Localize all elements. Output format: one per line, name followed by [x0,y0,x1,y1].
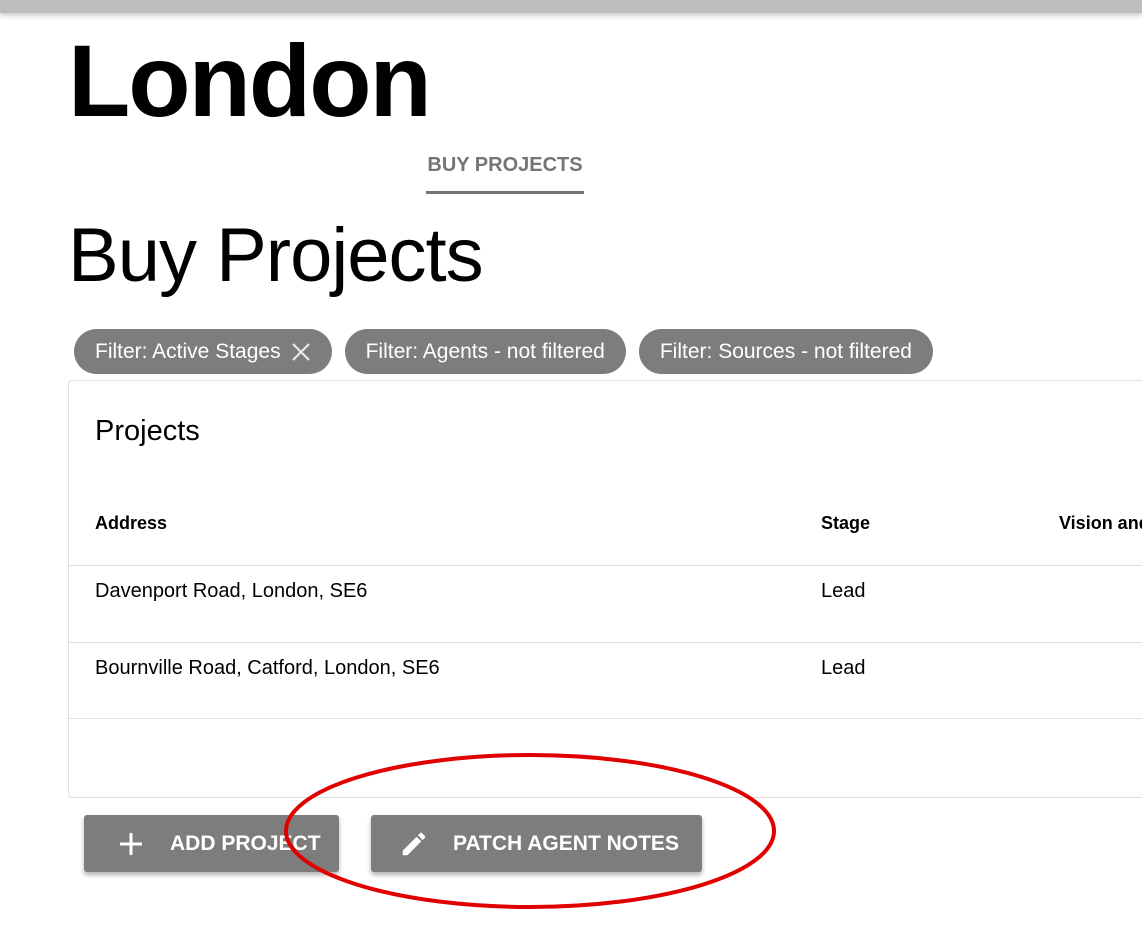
plus-icon [116,829,146,859]
table-row[interactable]: Davenport Road, London, SE6 Lead [69,565,1142,642]
stage-cell: Lead [821,580,866,602]
tab-buy-projects[interactable]: BUY PROJECTS [426,152,584,194]
add-project-button[interactable]: ADD PROJECT [84,815,339,872]
page-title: Buy Projects [68,213,484,298]
filter-chip-sources[interactable]: Filter: Sources - not filtered [638,329,933,374]
filter-chip-label: Filter: Agents - not filtered [365,339,605,363]
filter-chip-label: Filter: Active Stages [95,339,281,363]
column-header-address: Address [95,513,168,533]
address-cell: Bournville Road, Catford, London, SE6 [95,657,440,679]
column-header-stage: Stage [821,513,871,533]
patch-agent-notes-button[interactable]: PATCH AGENT NOTES [371,815,702,872]
patch-agent-notes-label: PATCH AGENT NOTES [453,831,679,855]
filter-chip-label: Filter: Sources - not filtered [659,339,912,363]
filter-chips: Filter: Active Stages Filter: Agents - n… [74,329,933,374]
close-icon[interactable] [291,342,311,362]
filter-chip-agents[interactable]: Filter: Agents - not filtered [344,329,626,374]
projects-card: Projects Address Stage Vision and Davenp… [68,380,1142,798]
filter-chip-active-stages[interactable]: Filter: Active Stages [74,329,332,374]
stage-cell: Lead [821,657,866,679]
column-header-vision: Vision and [1059,513,1142,533]
pencil-icon [399,829,429,859]
city-title: London [68,24,432,138]
top-app-bar [0,0,1142,13]
table-divider [69,718,1142,719]
address-cell: Davenport Road, London, SE6 [95,580,368,602]
projects-card-title: Projects [95,415,200,447]
add-project-label: ADD PROJECT [170,831,321,855]
table-row[interactable]: Bournville Road, Catford, London, SE6 Le… [69,642,1142,719]
